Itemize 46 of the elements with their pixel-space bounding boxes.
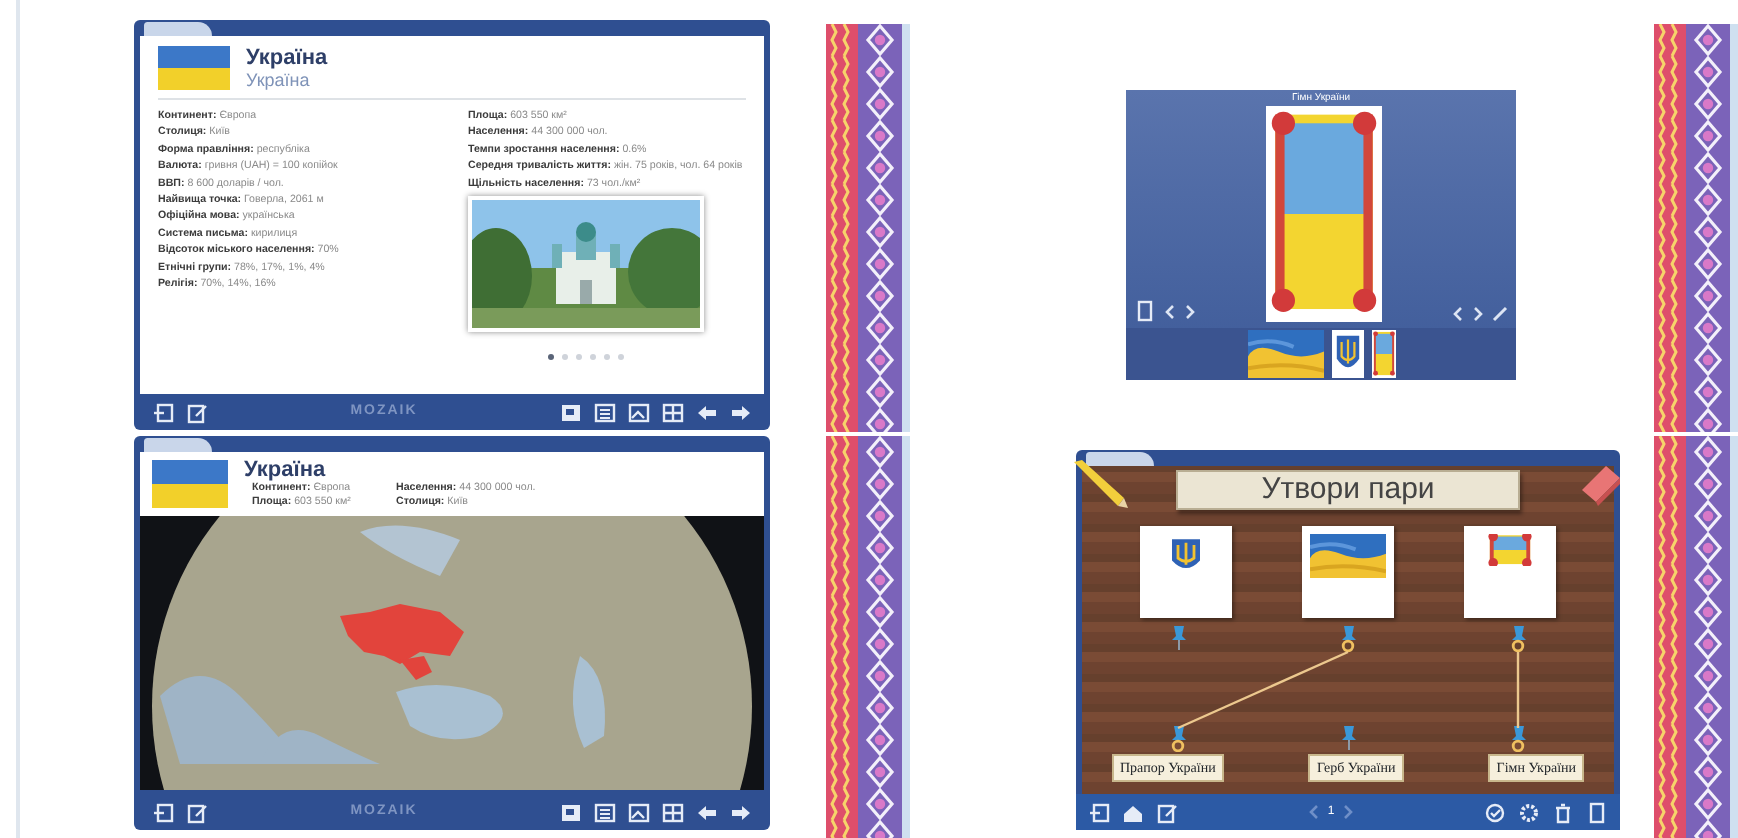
arrow-right-icon[interactable] bbox=[729, 401, 752, 423]
carousel-dot[interactable] bbox=[590, 354, 596, 361]
arrow-right-icon[interactable] bbox=[729, 801, 752, 823]
grid-icon[interactable] bbox=[661, 401, 684, 423]
window-tab[interactable] bbox=[144, 438, 212, 452]
window-tab[interactable] bbox=[144, 22, 212, 36]
picture-card[interactable] bbox=[1302, 526, 1394, 618]
picture-card[interactable] bbox=[1140, 526, 1232, 618]
pencil-icon[interactable] bbox=[1492, 306, 1508, 322]
check-icon[interactable] bbox=[1484, 801, 1506, 823]
exit-icon[interactable] bbox=[1088, 801, 1110, 823]
exit-icon[interactable] bbox=[152, 801, 174, 823]
flag-icon bbox=[158, 46, 230, 90]
exercise-title: Утвори пари bbox=[1175, 470, 1521, 510]
edit-icon[interactable] bbox=[186, 401, 208, 423]
picture-card[interactable] bbox=[1464, 526, 1556, 618]
carousel-dot[interactable] bbox=[618, 354, 624, 361]
window-tab[interactable] bbox=[1086, 452, 1154, 466]
image-icon[interactable] bbox=[627, 401, 650, 423]
eraser-icon bbox=[1578, 462, 1622, 506]
carousel-dot[interactable] bbox=[576, 354, 582, 361]
edit-icon[interactable] bbox=[186, 801, 208, 823]
window-icon[interactable] bbox=[559, 401, 582, 423]
edit-icon[interactable] bbox=[1156, 801, 1178, 823]
card-title: Україна bbox=[244, 458, 328, 482]
settings-icon[interactable] bbox=[1518, 801, 1540, 823]
list-icon[interactable] bbox=[593, 401, 616, 423]
card-title: Україна bbox=[246, 46, 328, 70]
home-icon[interactable] bbox=[1122, 801, 1144, 823]
exit-icon[interactable] bbox=[152, 401, 174, 423]
flag-icon bbox=[152, 460, 228, 508]
arrow-left-icon[interactable] bbox=[695, 401, 718, 423]
list-icon[interactable] bbox=[593, 801, 616, 823]
carousel-dot[interactable] bbox=[562, 354, 568, 361]
document-icon[interactable] bbox=[1134, 300, 1156, 322]
connector-line bbox=[1516, 652, 1520, 728]
document-icon[interactable] bbox=[1586, 801, 1608, 823]
card-subtitle: Україна bbox=[246, 70, 312, 90]
pencil-icon bbox=[1070, 458, 1130, 510]
arrow-left-icon[interactable] bbox=[695, 801, 718, 823]
carousel-dot[interactable] bbox=[604, 354, 610, 361]
grid-icon[interactable] bbox=[661, 801, 684, 823]
carousel-dot[interactable] bbox=[548, 354, 554, 361]
trash-icon[interactable] bbox=[1552, 801, 1574, 823]
image-icon[interactable] bbox=[627, 801, 650, 823]
window-icon[interactable] bbox=[559, 801, 582, 823]
